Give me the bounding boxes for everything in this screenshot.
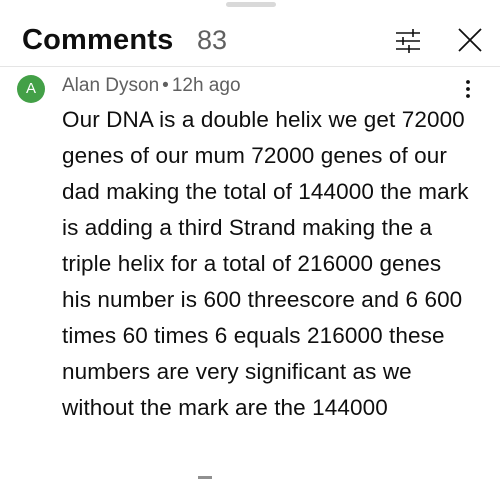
comments-header: Comments 83 bbox=[0, 14, 500, 66]
comments-count: 83 bbox=[197, 25, 228, 55]
drag-handle[interactable] bbox=[226, 2, 276, 7]
header-divider bbox=[0, 66, 500, 67]
meta-separator: • bbox=[162, 75, 169, 96]
filter-sliders-icon[interactable] bbox=[393, 26, 423, 56]
comments-title: Comments bbox=[22, 24, 174, 56]
next-item-peek bbox=[198, 476, 212, 479]
more-vert-icon[interactable] bbox=[458, 78, 478, 100]
comment-time: 12h ago bbox=[171, 75, 241, 96]
close-icon[interactable] bbox=[454, 24, 486, 56]
avatar[interactable]: A bbox=[17, 75, 45, 103]
comment-text: Our DNA is a double helix we get 72000 g… bbox=[62, 107, 469, 420]
comment-meta: Alan Dyson • 12h ago bbox=[62, 73, 241, 99]
comment-author[interactable]: Alan Dyson bbox=[62, 75, 159, 96]
